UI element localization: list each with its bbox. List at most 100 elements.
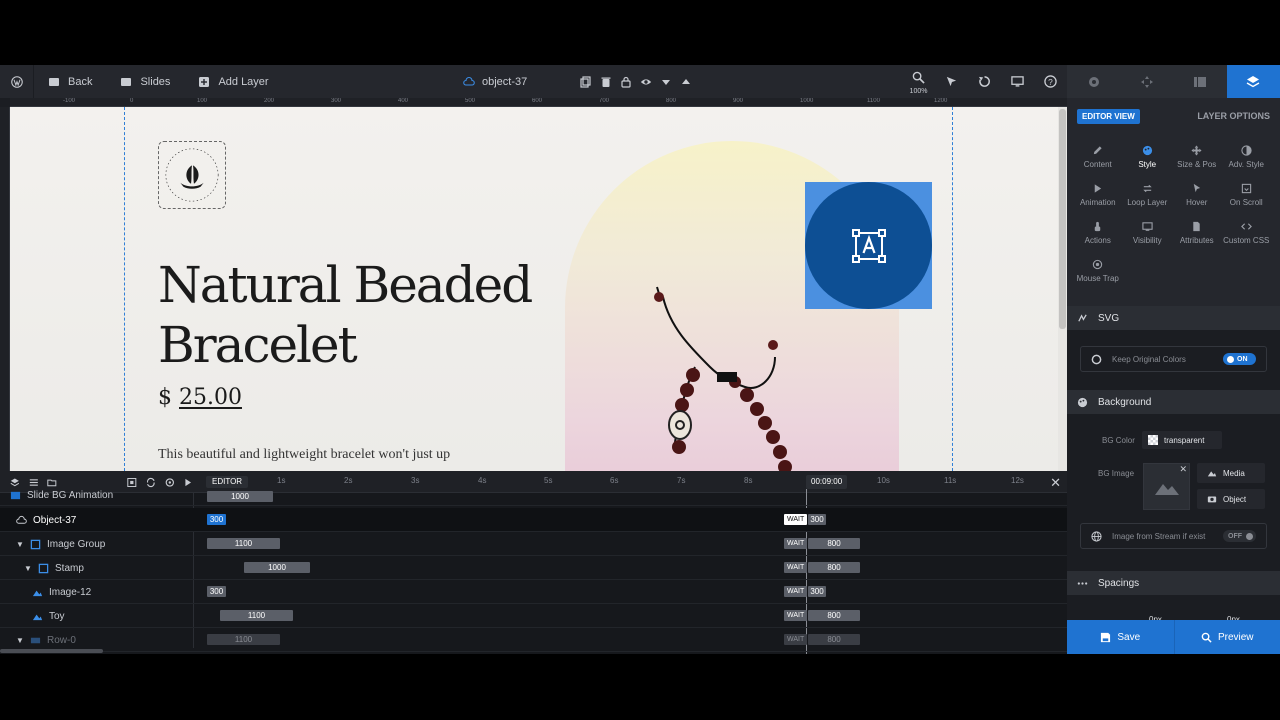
timeline-row[interactable]: ▼ Stamp 1000 WAIT 800 (0, 556, 1067, 580)
zoom-button[interactable]: 100% (902, 65, 935, 98)
option-mouse-trap[interactable]: Mouse Trap (1073, 259, 1123, 283)
remove-image-icon[interactable]: ✕ (1179, 464, 1187, 475)
animation-bar[interactable]: 1100 (220, 610, 293, 621)
animation-bar[interactable]: 300 (207, 586, 226, 597)
wait-badge[interactable]: WAIT (784, 610, 808, 621)
out-animation-bar[interactable]: 800 (808, 562, 860, 573)
collapse-caret-icon[interactable]: ▼ (16, 540, 24, 549)
animation-bar[interactable]: 1000 (207, 491, 273, 502)
keep-colors-toggle[interactable]: ON (1223, 353, 1256, 365)
option-adv-style[interactable]: Adv. Style (1222, 145, 1272, 169)
tab-slide[interactable] (1173, 65, 1227, 98)
option-custom-css[interactable]: Custom CSS (1222, 221, 1272, 245)
option-on-scroll[interactable]: On Scroll (1222, 183, 1272, 207)
wordpress-button[interactable] (0, 65, 34, 98)
ruler-label: 1000 (800, 98, 814, 104)
undo-button[interactable] (968, 65, 1001, 98)
out-animation-bar[interactable]: 800 (808, 634, 860, 645)
slide-canvas[interactable]: Natural Beaded Bracelet $ 25.00 This bea… (10, 107, 1058, 471)
wait-badge[interactable]: WAIT (784, 562, 808, 573)
loop-icon[interactable] (146, 477, 156, 488)
folder-icon[interactable] (47, 477, 57, 488)
collapse-caret-icon[interactable]: ▼ (16, 636, 24, 645)
lock-icon[interactable] (620, 76, 632, 88)
copy-icon[interactable] (580, 75, 592, 88)
playhead-time[interactable]: 00:09:00 (806, 475, 848, 489)
editor-mode-button[interactable]: EDITOR (206, 476, 249, 488)
stream-toggle[interactable]: OFF (1223, 530, 1256, 542)
media-button[interactable]: Media (1197, 463, 1265, 483)
out-animation-bar[interactable]: 800 (808, 610, 860, 621)
animation-bar[interactable]: 300 (207, 514, 226, 525)
wait-badge[interactable]: WAIT (784, 634, 808, 645)
chevron-down-icon[interactable] (660, 76, 672, 88)
stamp-layer[interactable] (158, 141, 226, 209)
layers-icon[interactable] (10, 477, 20, 488)
wait-badge[interactable]: WAIT (784, 514, 808, 525)
tab-settings[interactable] (1067, 65, 1121, 98)
settings-icon[interactable] (165, 477, 175, 488)
wait-badge[interactable]: WAIT (784, 586, 808, 597)
option-label: Actions (1084, 236, 1111, 245)
timeline-row[interactable]: ▼ Row-0 1100 WAIT 800 (0, 628, 1067, 652)
wait-badge[interactable]: WAIT (784, 538, 808, 549)
option-actions[interactable]: Actions (1073, 221, 1123, 245)
bg-image-thumbnail[interactable]: ✕ (1143, 463, 1190, 510)
product-price[interactable]: $ 25.00 (158, 385, 242, 410)
timeline-row-selected[interactable]: Object-37 300 WAIT 300 (0, 508, 1067, 532)
timeline-row[interactable]: Toy 1100 WAIT 800 (0, 604, 1067, 628)
product-description[interactable]: This beautiful and lightweight bracelet … (158, 445, 458, 465)
timeline-row[interactable]: ▼ Image Group 1100 WAIT 800 (0, 532, 1067, 556)
option-visibility[interactable]: Visibility (1123, 221, 1173, 245)
trash-icon[interactable] (600, 76, 612, 88)
preview-button[interactable]: Preview (1173, 620, 1280, 654)
keep-colors-row[interactable]: Keep Original Colors ON (1080, 346, 1267, 372)
spacings-section-header[interactable]: Spacings (1067, 571, 1280, 595)
option-animation[interactable]: Animation (1073, 183, 1123, 207)
selected-object-37[interactable] (805, 182, 932, 309)
add-layer-button[interactable]: Add Layer (184, 65, 282, 98)
stream-image-row[interactable]: Image from Stream if exist OFF (1080, 523, 1267, 549)
out-animation-bar[interactable]: 300 (808, 586, 826, 597)
option-hover[interactable]: Hover (1172, 183, 1222, 207)
option-attributes[interactable]: Attributes (1172, 221, 1222, 245)
object-tools (580, 65, 692, 98)
collapse-caret-icon[interactable]: ▼ (24, 564, 32, 573)
tab-layers[interactable] (1226, 65, 1280, 98)
tab-navigation[interactable] (1120, 65, 1174, 98)
background-section-header[interactable]: Background (1067, 390, 1280, 414)
timeline-row[interactable]: Slide BG Animation 1000 (0, 488, 1067, 506)
row-icon (30, 637, 41, 643)
device-button[interactable] (1001, 65, 1034, 98)
animation-bar[interactable]: 1000 (244, 562, 310, 573)
save-button[interactable]: Save (1067, 620, 1174, 654)
product-headline[interactable]: Natural Beaded Bracelet (158, 255, 578, 375)
gear-icon (1088, 76, 1099, 87)
current-object[interactable]: object-37 (463, 65, 527, 98)
fit-icon[interactable] (127, 477, 137, 488)
out-animation-bar[interactable]: 300 (808, 514, 826, 525)
back-button[interactable]: Back (34, 65, 106, 98)
timeline-scrollbar[interactable] (0, 649, 103, 653)
animation-bar[interactable]: 1100 (207, 538, 280, 549)
eye-icon[interactable] (640, 76, 652, 88)
option-style[interactable]: Style (1123, 145, 1173, 169)
object-button[interactable]: Object (1197, 489, 1265, 509)
svg-section-header[interactable]: SVG (1067, 306, 1280, 330)
option-size-pos[interactable]: Size & Pos (1172, 145, 1222, 169)
bg-color-picker[interactable]: transparent (1142, 431, 1222, 449)
play-icon[interactable] (183, 477, 193, 488)
option-loop-layer[interactable]: Loop Layer (1123, 183, 1173, 207)
out-animation-bar[interactable]: 800 (808, 538, 860, 549)
timeline-row[interactable]: Image-12 300 WAIT 300 (0, 580, 1067, 604)
editor-view-button[interactable]: EDITOR VIEW (1077, 108, 1140, 124)
select-tool-button[interactable] (935, 65, 968, 98)
chevron-up-icon[interactable] (680, 76, 692, 88)
canvas-scroll-thumb[interactable] (1059, 109, 1066, 329)
list-icon[interactable] (29, 477, 39, 488)
canvas-scrollbar[interactable] (1058, 107, 1067, 471)
help-button[interactable]: ? (1034, 65, 1067, 98)
slides-button[interactable]: Slides (106, 65, 184, 98)
animation-bar[interactable]: 1100 (207, 634, 280, 645)
option-content[interactable]: Content (1073, 145, 1123, 169)
